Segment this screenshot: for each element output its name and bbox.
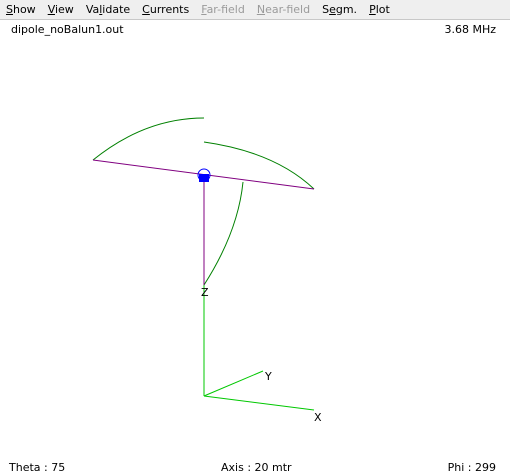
axis-length-readout: Axis : 20 mtr (221, 461, 292, 474)
menu-currents-label-post: urrents (149, 3, 190, 16)
antenna-view[interactable]: Z Y X (0, 36, 510, 456)
menu-view-label-post: iew (54, 3, 74, 16)
menu-plot-mnemonic: P (369, 3, 376, 16)
frequency-readout: 3.68 MHz (444, 23, 496, 36)
axes: Z Y X (201, 285, 322, 424)
x-axis-label: X (314, 411, 322, 424)
menu-validate-label-post: idate (102, 3, 131, 16)
menu-show[interactable]: Show (0, 0, 42, 19)
menu-plot[interactable]: Plot (363, 0, 396, 19)
menu-far-field-label-post: ar-field (206, 3, 245, 16)
current-curve-vertical (203, 181, 244, 286)
menu-currents-mnemonic: C (142, 3, 150, 16)
menu-segm[interactable]: Segm. (316, 0, 363, 19)
menu-bar: Show View Validate Currents Far-field Near-fi… (0, 0, 510, 20)
file-name: dipole_noBalun1.out (11, 23, 124, 36)
menu-show-label-post: how (12, 3, 36, 16)
menu-show-mnemonic: S (6, 3, 13, 16)
menu-segm-label-post: gm. (335, 3, 358, 16)
menu-view-mnemonic: V (47, 3, 55, 16)
theta-readout: Theta : 75 (9, 461, 66, 474)
menu-plot-label-post: lot (375, 3, 390, 16)
menu-validate-label-pre: Va (85, 3, 100, 16)
source-square (199, 174, 209, 182)
menu-currents[interactable]: Currents (136, 0, 195, 19)
x-axis (203, 395, 315, 411)
phi-readout: Phi : 299 (447, 461, 496, 474)
menu-near-field-label-post: ear-field (265, 3, 311, 16)
menu-far-field: Far-field (195, 0, 251, 19)
y-axis-label: Y (264, 370, 272, 383)
current-curve-left (92, 117, 205, 161)
z-axis-label: Z (201, 286, 209, 299)
menu-segm-mnemonic: e (329, 3, 336, 16)
y-axis (203, 370, 264, 397)
menu-view[interactable]: View (42, 0, 80, 19)
menu-near-field-mnemonic: N (256, 3, 266, 16)
menu-validate[interactable]: Validate (80, 0, 136, 19)
source-marker (197, 168, 211, 182)
menu-near-field: Near-field (251, 0, 316, 19)
